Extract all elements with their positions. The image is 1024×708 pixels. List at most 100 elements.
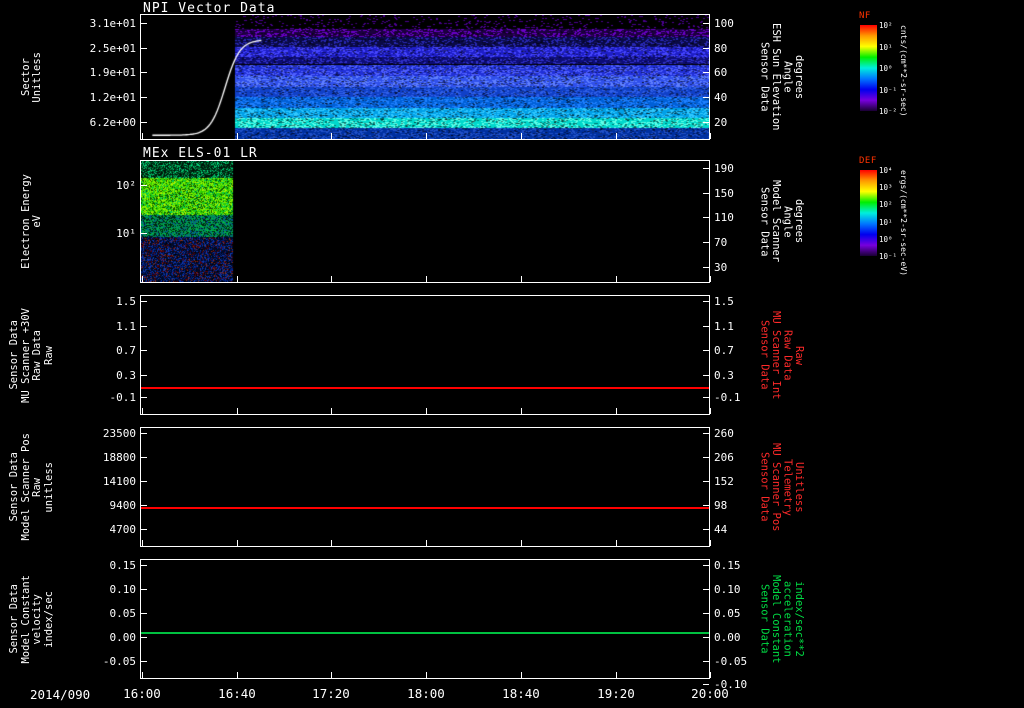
x-tick-mark [521, 276, 522, 282]
x-tick-mark [331, 408, 332, 414]
y-tick-mark-right [703, 97, 709, 98]
x-tick-mark [710, 540, 711, 546]
y-tick-mark [141, 326, 147, 327]
data-line-red-2 [141, 507, 709, 509]
right-axis-label: Sensor Data MU Scanner Int Raw Data Raw [752, 295, 810, 415]
x-tick-mark [616, 408, 617, 414]
panel-title-els: MEx ELS-01 LR [143, 146, 258, 161]
axis-label-line: index/sec [42, 590, 55, 648]
y-tick-mark [141, 433, 147, 434]
y-tick-mark [141, 72, 147, 73]
right-axis-label-line: degrees [793, 199, 805, 244]
y-tick-mark-right [703, 23, 709, 24]
y-tick-mark-right [703, 637, 709, 638]
axis-label-line: Raw [42, 345, 55, 365]
axis-label-line: Raw [31, 477, 43, 497]
y-tick-mark-right [703, 613, 709, 614]
y-tick-mark [141, 481, 147, 482]
lineplot-model-constant [140, 559, 710, 679]
x-tick-mark [521, 540, 522, 546]
colorbar-tick-label: 10² [879, 200, 893, 209]
y-tick-mark [141, 350, 147, 351]
axis-label-line: velocity [31, 593, 43, 645]
y-tick-mark [141, 613, 147, 614]
right-axis-label: Sensor Data Model Scanner Angle degrees [752, 160, 810, 283]
x-tick-mark [616, 276, 617, 282]
x-tick-mark [237, 540, 238, 546]
right-axis-label-line: Sensor Data [758, 584, 771, 654]
x-tick-mark [237, 276, 238, 282]
axis-label-line: Raw Data [31, 329, 43, 381]
right-axis-label: Sensor Data Model Constant acceleration ind… [752, 559, 810, 679]
x-tick-label: 16:00 [123, 686, 161, 701]
y-tick-label: -0.1 [109, 391, 137, 405]
right-axis-label-line: Raw Data [781, 329, 794, 381]
y-tick-mark [141, 301, 147, 302]
x-tick-mark [710, 276, 711, 282]
axis-label-line: unitless [42, 461, 55, 513]
x-tick-mark [331, 276, 332, 282]
x-tick-mark [710, 133, 711, 139]
y-tick-mark [141, 48, 147, 49]
y-tick-mark-right [703, 72, 709, 73]
y-tick-mark-right [703, 375, 709, 376]
npi-spectrogram-canvas [141, 15, 709, 139]
y-tick-label: 0.00 [109, 630, 137, 644]
x-tick-mark [142, 540, 143, 546]
y-tick-label: 0.05 [109, 606, 137, 620]
axis-label-line: Sensor Data [8, 584, 20, 654]
axis-label-line: Sensor Data [8, 452, 20, 522]
right-axis-label-line: degrees [793, 54, 805, 100]
colorbar-tick-label: 10² [879, 21, 893, 30]
y-tick-mark-right [703, 565, 709, 566]
right-axis-label-line: Model Constant [770, 574, 782, 664]
colorbar-nf-title: NF [859, 11, 871, 21]
colorbar-tick-label: 10⁰ [879, 64, 893, 73]
x-tick-mark [521, 133, 522, 139]
heatmap-els-energy [140, 160, 710, 283]
x-tick-label: 18:40 [502, 686, 540, 701]
colorbar-tick-label: 10⁻² [879, 107, 898, 116]
y-tick-mark-right [703, 122, 709, 123]
y-tick-mark [141, 397, 147, 398]
y-tick-label: 0.10 [109, 582, 137, 596]
y-tick-label: -0.05 [102, 654, 136, 668]
colorbar-tick-label: 10¹ [879, 43, 893, 52]
colorbar-tick-label: 10⁻¹ [879, 252, 898, 261]
y-tick-mark-right [703, 589, 709, 590]
y-tick-mark [141, 97, 147, 98]
axis-label-line: eV [31, 215, 43, 228]
y-tick-mark [141, 122, 147, 123]
y-tick-mark [141, 661, 147, 662]
y-tick-label: 1.5 [116, 295, 136, 309]
y-tick-mark-right [703, 505, 709, 506]
y-tick-mark-right [703, 217, 709, 218]
y-tick-mark-right [703, 481, 709, 482]
colorbar-tick-label: 10¹ [879, 218, 893, 227]
y-tick-mark-right [703, 397, 709, 398]
colorbar-def-title: DEF [859, 156, 877, 166]
right-axis-label-line: Angle [781, 61, 794, 93]
x-tick-mark [426, 133, 427, 139]
x-tick-mark [426, 276, 427, 282]
y-tick-mark-right [703, 529, 709, 530]
colorbar-tick-label: 10⁴ [879, 166, 893, 175]
right-axis-label-line: Sensor Data [758, 320, 771, 390]
x-tick-mark [142, 276, 143, 282]
y-tick-mark-right [703, 242, 709, 243]
x-tick-mark [521, 408, 522, 414]
y-tick-label: 2.5e+01 [89, 41, 136, 55]
x-tick-mark [426, 672, 427, 678]
x-tick-mark [237, 408, 238, 414]
x-tick-mark [521, 672, 522, 678]
x-tick-mark [237, 133, 238, 139]
x-tick-mark [142, 133, 143, 139]
x-tick-label: 17:20 [312, 686, 350, 701]
y-tick-label: 1.9e+01 [89, 66, 136, 80]
right-axis-label-line: MU Scanner Int [770, 310, 782, 400]
y-axis-label: Sensor Data Model Constant velocity index/s… [8, 559, 56, 679]
y-tick-label: 0.3 [116, 369, 136, 382]
colorbar-nf [860, 25, 877, 111]
y-axis-label: Sensor Data Model Scanner Pos Raw unitless [8, 427, 56, 547]
x-tick-mark [616, 540, 617, 546]
